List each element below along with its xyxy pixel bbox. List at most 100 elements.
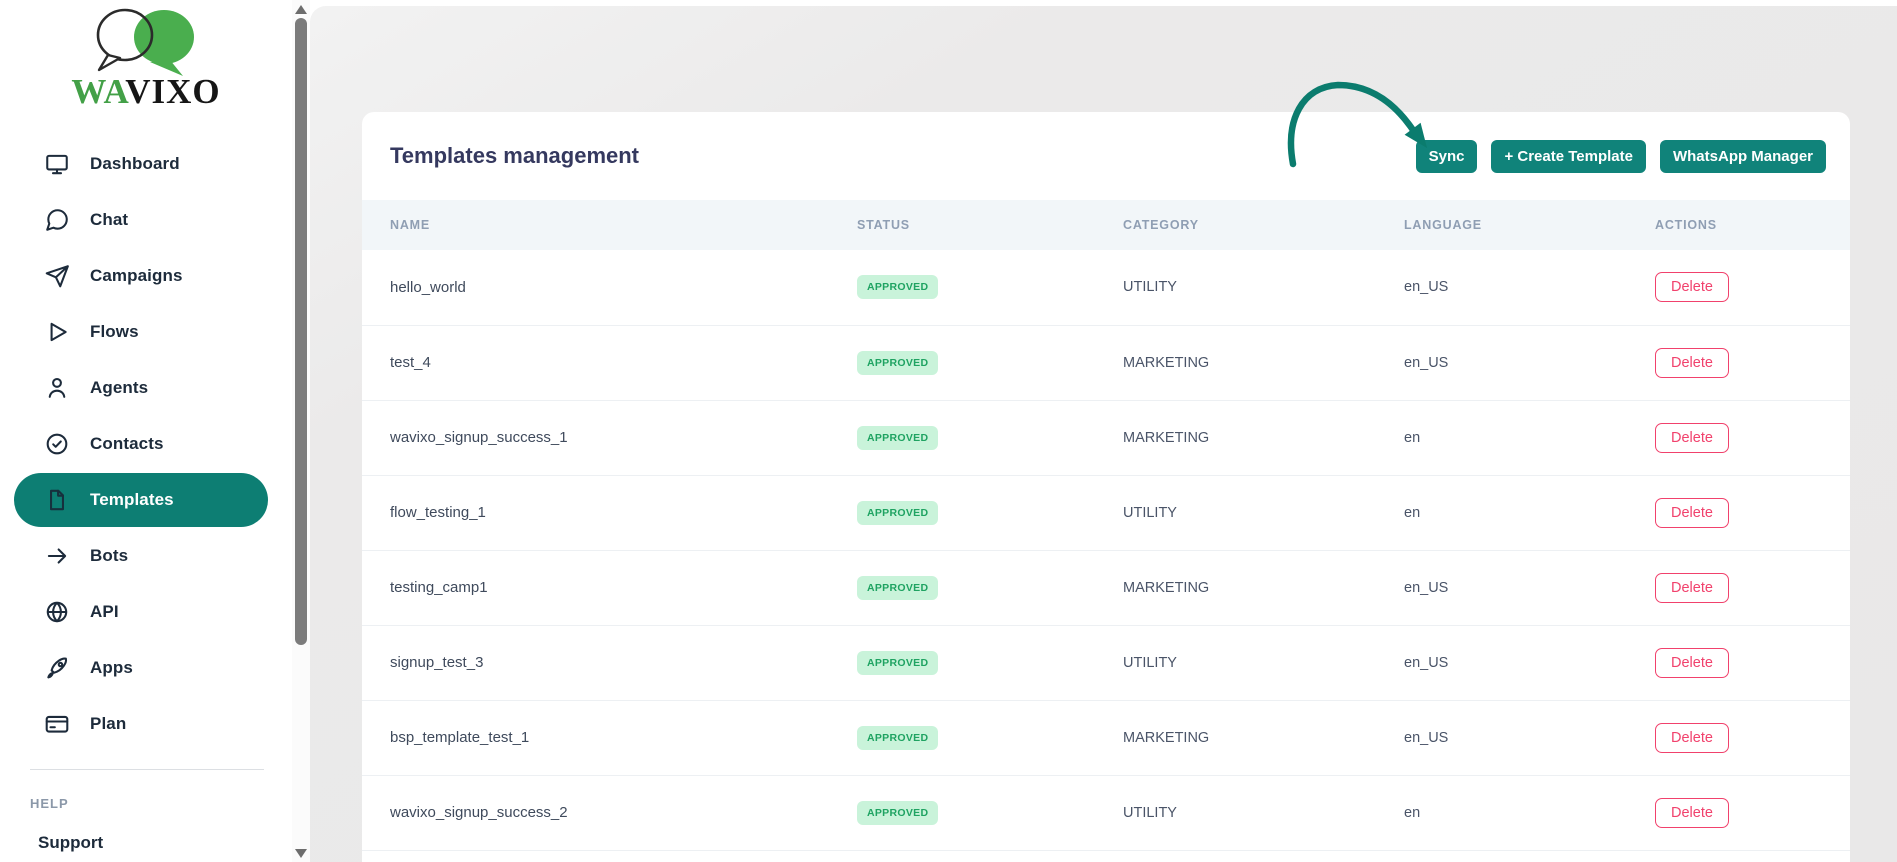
sidebar-scrollbar[interactable] <box>292 0 310 862</box>
category-cell: MARKETING <box>1095 400 1376 475</box>
sidebar-item-label: Plan <box>90 714 126 734</box>
language-cell: en_US <box>1376 550 1627 625</box>
send-icon <box>44 263 70 289</box>
sidebar-item-label: Bots <box>90 546 128 566</box>
language-cell: en_US <box>1376 625 1627 700</box>
sidebar-item-chat[interactable]: Chat <box>0 192 292 248</box>
language-cell: en <box>1376 400 1627 475</box>
template-name-cell: signup_test_3 <box>362 625 829 700</box>
sidebar-item-bots[interactable]: Bots <box>0 528 292 584</box>
delete-button[interactable]: Delete <box>1655 423 1729 453</box>
category-cell: MARKETING <box>1095 700 1376 775</box>
sidebar-item-dashboard[interactable]: Dashboard <box>0 136 292 192</box>
scroll-up-arrow-icon[interactable] <box>295 5 307 14</box>
sync-button[interactable]: Sync <box>1416 140 1478 173</box>
create-template-button[interactable]: + Create Template <box>1491 140 1646 173</box>
column-header-actions: ACTIONS <box>1627 200 1850 250</box>
template-name-cell: wavixo_signup_success_1 <box>362 400 829 475</box>
language-cell: en_US <box>1376 325 1627 400</box>
delete-button[interactable]: Delete <box>1655 723 1729 753</box>
logo: WAVIXO <box>0 0 292 112</box>
sidebar-item-label: Dashboard <box>90 154 180 174</box>
table-row: flow_testing_1 APPROVED UTILITY en Delet… <box>362 475 1850 550</box>
sidebar: WAVIXO Dashboard Chat Campaigns Flows Ag… <box>0 0 292 862</box>
help-heading: HELP <box>30 796 292 811</box>
status-badge: APPROVED <box>857 576 938 600</box>
sidebar-item-support[interactable]: Support <box>38 833 292 853</box>
column-header-language: LANGUAGE <box>1376 200 1627 250</box>
svg-text:WAVIXO: WAVIXO <box>71 72 220 111</box>
table-row: signup_test_3 APPROVED UTILITY en_US Del… <box>362 625 1850 700</box>
delete-button[interactable]: Delete <box>1655 348 1729 378</box>
sidebar-item-api[interactable]: API <box>0 584 292 640</box>
rocket-icon <box>44 655 70 681</box>
logo-text-vixo: VIXO <box>125 72 220 111</box>
delete-button[interactable]: Delete <box>1655 798 1729 828</box>
badge-check-icon <box>44 431 70 457</box>
language-cell: en <box>1376 475 1627 550</box>
sidebar-item-flows[interactable]: Flows <box>0 304 292 360</box>
table-row: hello_world APPROVED UTILITY en_US Delet… <box>362 250 1850 325</box>
templates-card: Templates management Sync + Create Templ… <box>362 112 1850 862</box>
category-cell: UTILITY <box>1095 475 1376 550</box>
table-row: wavixo_signup_success_1 APPROVED MARKETI… <box>362 400 1850 475</box>
scrollbar-thumb[interactable] <box>295 18 307 645</box>
sidebar-item-apps[interactable]: Apps <box>0 640 292 696</box>
chat-icon <box>44 207 70 233</box>
status-badge: APPROVED <box>857 426 938 450</box>
category-cell: MARKETING <box>1095 325 1376 400</box>
template-name-cell: flow_testing_1 <box>362 475 829 550</box>
sidebar-item-contacts[interactable]: Contacts <box>0 416 292 472</box>
language-cell: en_US <box>1376 700 1627 775</box>
table-row: bsp_template_test_1 APPROVED MARKETING e… <box>362 700 1850 775</box>
table-row: wavixo_signup_success_2 APPROVED UTILITY… <box>362 775 1850 850</box>
sidebar-item-label: Contacts <box>90 434 164 454</box>
language-cell: en_US <box>1376 250 1627 325</box>
table-row: testing_camp1 APPROVED MARKETING en_US D… <box>362 550 1850 625</box>
column-header-name: NAME <box>362 200 829 250</box>
logo-text-wa: WA <box>71 72 129 111</box>
sidebar-item-label: Campaigns <box>90 266 183 286</box>
header-buttons: Sync + Create Template WhatsApp Manager <box>1416 140 1826 173</box>
status-badge: APPROVED <box>857 351 938 375</box>
status-badge: APPROVED <box>857 726 938 750</box>
sidebar-item-label: Apps <box>90 658 133 678</box>
templates-table: NAMESTATUSCATEGORYLANGUAGEACTIONS hello_… <box>362 200 1850 851</box>
user-icon <box>44 375 70 401</box>
whatsapp-manager-button[interactable]: WhatsApp Manager <box>1660 140 1826 173</box>
status-badge: APPROVED <box>857 501 938 525</box>
category-cell: MARKETING <box>1095 550 1376 625</box>
template-name-cell: test_4 <box>362 325 829 400</box>
category-cell: UTILITY <box>1095 625 1376 700</box>
scroll-down-arrow-icon[interactable] <box>295 849 307 858</box>
card-header: Templates management Sync + Create Templ… <box>362 112 1850 200</box>
delete-button[interactable]: Delete <box>1655 573 1729 603</box>
table-header-row: NAMESTATUSCATEGORYLANGUAGEACTIONS <box>362 200 1850 250</box>
status-badge: APPROVED <box>857 651 938 675</box>
sidebar-item-campaigns[interactable]: Campaigns <box>0 248 292 304</box>
template-name-cell: testing_camp1 <box>362 550 829 625</box>
sidebar-item-agents[interactable]: Agents <box>0 360 292 416</box>
sidebar-item-label: API <box>90 602 119 622</box>
template-name-cell: hello_world <box>362 250 829 325</box>
arrow-right-icon <box>44 543 70 569</box>
sidebar-item-templates[interactable]: Templates <box>14 473 268 527</box>
sidebar-nav: Dashboard Chat Campaigns Flows Agents Co… <box>0 136 292 752</box>
delete-button[interactable]: Delete <box>1655 272 1729 302</box>
delete-button[interactable]: Delete <box>1655 648 1729 678</box>
sidebar-item-label: Agents <box>90 378 148 398</box>
sidebar-item-label: Flows <box>90 322 139 342</box>
delete-button[interactable]: Delete <box>1655 498 1729 528</box>
sidebar-item-label: Templates <box>90 490 174 510</box>
language-cell: en <box>1376 775 1627 850</box>
sidebar-item-plan[interactable]: Plan <box>0 696 292 752</box>
main-area: Templates management Sync + Create Templ… <box>310 6 1897 862</box>
category-cell: UTILITY <box>1095 775 1376 850</box>
template-name-cell: wavixo_signup_success_2 <box>362 775 829 850</box>
status-badge: APPROVED <box>857 801 938 825</box>
category-cell: UTILITY <box>1095 250 1376 325</box>
page-title: Templates management <box>390 143 639 169</box>
credit-card-icon <box>44 711 70 737</box>
column-header-category: CATEGORY <box>1095 200 1376 250</box>
globe-icon <box>44 599 70 625</box>
